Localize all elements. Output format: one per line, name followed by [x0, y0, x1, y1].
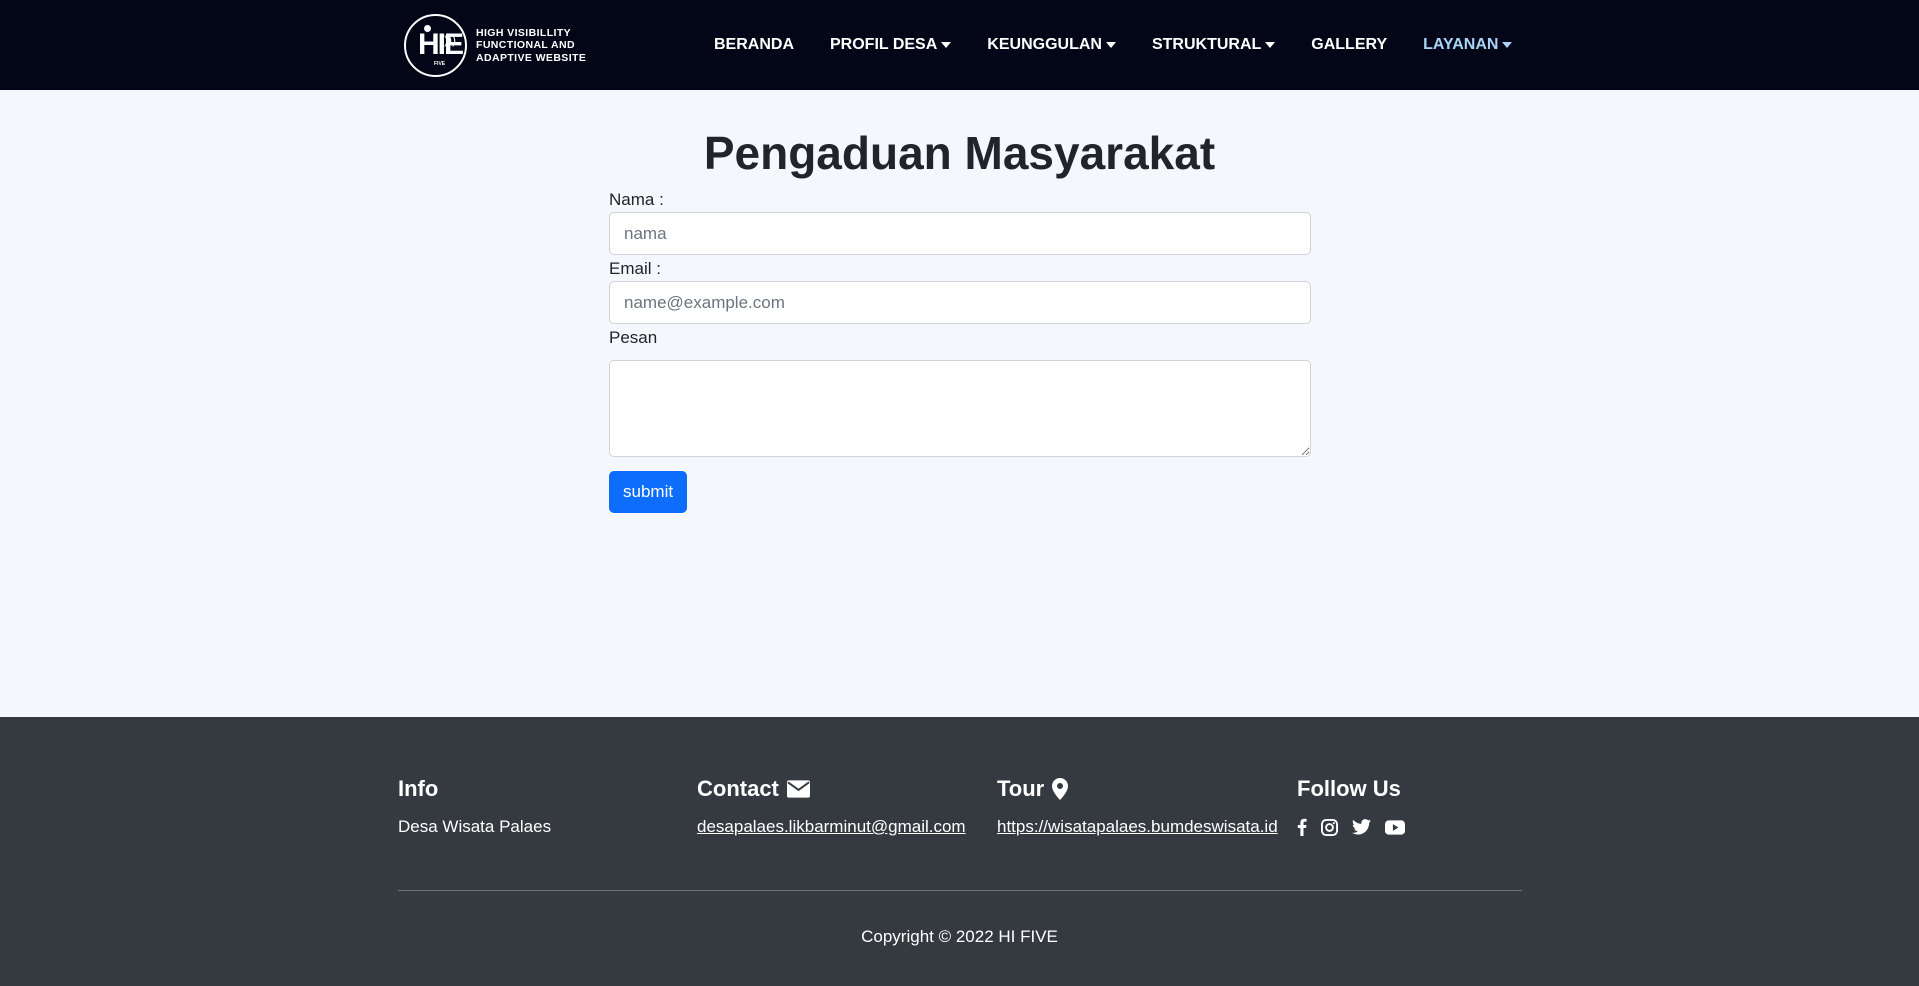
nav-item-label: LAYANAN	[1423, 36, 1499, 53]
youtube-icon[interactable]	[1385, 819, 1405, 835]
complaint-form: Nama : Email : Pesan submit	[609, 188, 1311, 513]
footer-tour-column: Tour https://wisatapalaes.bumdeswisata.i…	[997, 774, 1278, 839]
logo-tagline-line-3: ADAPTIVE WEBSITE	[476, 51, 587, 64]
name-label: Nama :	[609, 190, 664, 209]
footer-info-text: Desa Wisata Palaes	[398, 817, 552, 836]
footer-contact-heading: Contact	[697, 776, 779, 801]
footer-tour-heading-row: Tour	[997, 774, 1278, 804]
top-navbar: HIE ))) FIVE HIGH VISIBILLITY FUNCTIONAL…	[0, 0, 1919, 90]
nav-item-label: KEUNGGULAN	[987, 36, 1102, 53]
social-links	[1297, 815, 1419, 839]
tour-website-link[interactable]: https://wisatapalaes.bumdeswisata.id	[997, 817, 1278, 836]
contact-email-link[interactable]: desapalaes.likbarminut@gmail.com	[697, 817, 966, 836]
logo-tagline-line-1: HIGH VISIBILLITY	[476, 26, 572, 39]
footer-contact-text: desapalaes.likbarminut@gmail.com	[697, 815, 966, 839]
caret-down-icon	[1105, 42, 1116, 48]
brand-logo[interactable]: HIE ))) FIVE HIGH VISIBILLITY FUNCTIONAL…	[404, 11, 586, 80]
copyright-text: Copyright © 2022 HI FIVE	[861, 927, 1058, 946]
nav-item-profil-desa[interactable]: PROFIL DESA	[830, 36, 952, 54]
message-textarea[interactable]	[609, 360, 1311, 457]
nav-item-label: BERANDA	[714, 36, 794, 53]
envelope-icon	[786, 780, 810, 798]
footer-follow-column: Follow Us	[1297, 774, 1419, 839]
site-footer: Info Desa Wisata Palaes Contact desapala…	[0, 717, 1919, 986]
nav-item-gallery[interactable]: GALLERY	[1311, 36, 1387, 54]
footer-info-column: Info Desa Wisata Palaes	[398, 774, 551, 839]
footer-tour-text: https://wisatapalaes.bumdeswisata.id	[997, 815, 1278, 839]
email-input[interactable]	[609, 281, 1311, 324]
logo-tagline-line-2: FUNCTIONAL AND	[476, 39, 575, 52]
caret-down-icon	[1502, 42, 1513, 48]
logo-tagline: HIGH VISIBILLITY FUNCTIONAL AND ADAPTIVE…	[476, 27, 586, 65]
map-pin-icon	[1052, 778, 1069, 800]
nav-item-label: PROFIL DESA	[830, 36, 938, 53]
nav-item-layanan[interactable]: LAYANAN	[1423, 36, 1513, 54]
email-label: Email :	[609, 259, 661, 278]
nav-item-label: STRUKTURAL	[1151, 36, 1262, 53]
logo-sub: FIVE	[434, 61, 446, 67]
caret-down-icon	[941, 42, 952, 48]
nav-item-beranda[interactable]: BERANDA	[714, 36, 794, 54]
caret-down-icon	[1265, 42, 1276, 48]
submit-button[interactable]: submit	[609, 471, 688, 513]
page-title: Pengaduan Masyarakat	[703, 127, 1216, 179]
footer-tour-heading: Tour	[997, 776, 1045, 801]
main-nav: BERANDA PROFIL DESA KEUNGGULAN STRUKTURA…	[714, 0, 1548, 90]
logo-emblem: HIE ))) FIVE	[404, 14, 467, 77]
footer-follow-heading: Follow Us	[1297, 776, 1401, 801]
twitter-icon[interactable]	[1352, 819, 1371, 835]
nav-item-struktural[interactable]: STRUKTURAL	[1151, 36, 1276, 54]
nav-item-label: GALLERY	[1311, 36, 1388, 53]
footer-contact-heading-row: Contact	[697, 774, 966, 804]
footer-contact-column: Contact desapalaes.likbarminut@gmail.com	[697, 774, 966, 839]
message-label: Pesan	[609, 328, 658, 347]
name-input[interactable]	[609, 212, 1311, 255]
nav-item-keunggulan[interactable]: KEUNGGULAN	[987, 36, 1116, 54]
logo-wave-icon: )))	[444, 33, 456, 47]
footer-info-heading: Info	[398, 776, 439, 801]
footer-divider	[398, 890, 1522, 891]
instagram-icon[interactable]	[1321, 818, 1338, 836]
facebook-icon[interactable]	[1297, 818, 1307, 836]
